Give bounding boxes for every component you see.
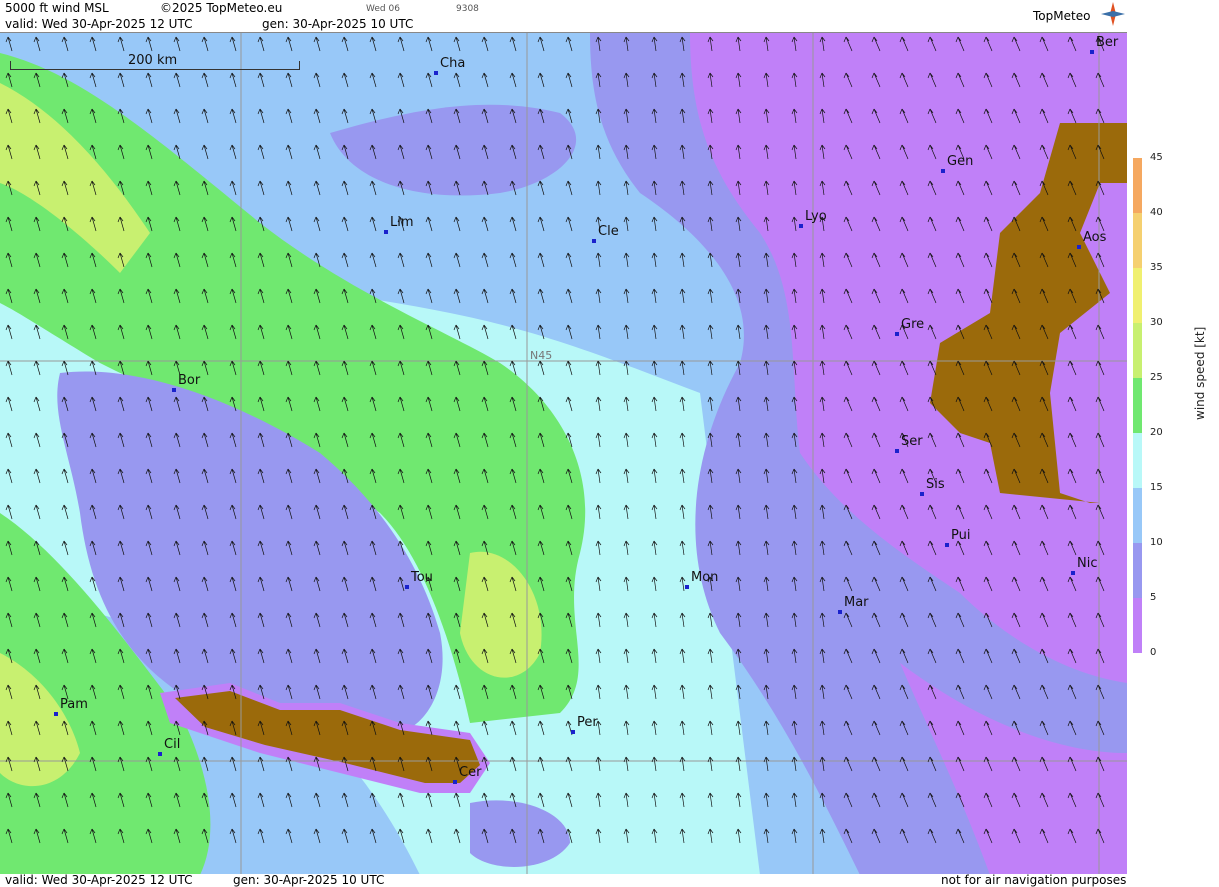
legend-tick-label: 20 <box>1150 427 1163 438</box>
map-header: 5000 ft wind MSL ©2025 TopMeteo.eu Wed 0… <box>0 0 1127 32</box>
legend-swatch <box>1133 543 1142 598</box>
legend-tick-label: 0 <box>1150 647 1157 658</box>
footer-valid-time: valid: Wed 30-Apr-2025 12 UTC <box>5 873 193 887</box>
city-marker[interactable]: Ber <box>1090 35 1118 54</box>
city-dot-icon <box>895 332 899 336</box>
generated-time: gen: 30-Apr-2025 10 UTC <box>262 17 414 31</box>
city-dot-icon <box>1090 50 1094 54</box>
city-dot-icon <box>571 730 575 734</box>
run-label-a: Wed 06 <box>366 4 400 14</box>
city-marker[interactable]: Cer <box>453 765 481 784</box>
legend-tick-label: 15 <box>1150 482 1163 493</box>
city-marker[interactable]: Per <box>571 715 598 734</box>
legend-title: wind speed [kt] <box>1193 326 1207 420</box>
legend-tick-label: 40 <box>1150 207 1163 218</box>
city-marker[interactable]: Mon <box>685 570 718 589</box>
city-marker[interactable]: Lyo <box>799 209 827 228</box>
city-marker[interactable]: Bor <box>172 373 200 392</box>
city-dot-icon <box>384 230 388 234</box>
compass-logo-icon <box>1101 2 1125 26</box>
city-marker[interactable]: Pam <box>54 697 88 716</box>
legend-swatch <box>1133 488 1142 543</box>
run-label-b: 9308 <box>456 4 479 14</box>
valid-time: valid: Wed 30-Apr-2025 12 UTC <box>5 17 193 31</box>
product-title: 5000 ft wind MSL <box>5 1 109 15</box>
legend-swatch <box>1133 323 1142 378</box>
city-marker[interactable]: Lim <box>384 215 414 234</box>
legend-tick-label: 10 <box>1150 537 1163 548</box>
city-dot-icon <box>920 492 924 496</box>
city-marker[interactable]: Cil <box>158 737 180 756</box>
city-marker[interactable]: Mar <box>838 595 869 614</box>
city-dot-icon <box>434 71 438 75</box>
copyright: ©2025 TopMeteo.eu <box>160 1 283 15</box>
city-dot-icon <box>685 585 689 589</box>
wind-map[interactable]: 200 km N45 Cha Ber Gen Lim Cle Lyo Aos G… <box>0 32 1127 876</box>
city-dot-icon <box>941 169 945 173</box>
city-dot-icon <box>1077 245 1081 249</box>
city-dot-icon <box>838 610 842 614</box>
legend-swatch <box>1133 158 1142 213</box>
disclaimer: not for air navigation purposes <box>941 873 1127 887</box>
city-marker[interactable]: Cha <box>434 56 465 75</box>
legend-tick-label: 30 <box>1150 317 1163 328</box>
legend-tick-label: 35 <box>1150 262 1163 273</box>
city-dot-icon <box>453 780 457 784</box>
scale-label: 200 km <box>128 53 178 68</box>
legend-swatch <box>1133 598 1142 653</box>
city-marker[interactable]: Tou <box>405 570 433 589</box>
city-dot-icon <box>945 543 949 547</box>
legend-swatch <box>1133 268 1142 323</box>
city-dot-icon <box>592 239 596 243</box>
legend-swatch <box>1133 213 1142 268</box>
city-marker[interactable]: Sis <box>920 477 945 496</box>
city-marker[interactable]: Gre <box>895 317 924 336</box>
city-dot-icon <box>405 585 409 589</box>
topmeteo-logo: TopMeteo <box>1033 9 1091 23</box>
city-marker[interactable]: Pui <box>945 528 970 547</box>
latitude-label: N45 <box>530 349 553 362</box>
city-marker[interactable]: Cle <box>592 224 619 243</box>
legend-tick-label: 45 <box>1150 152 1163 163</box>
city-marker[interactable]: Aos <box>1077 230 1106 249</box>
map-footer: valid: Wed 30-Apr-2025 12 UTC gen: 30-Ap… <box>0 873 1219 887</box>
city-dot-icon <box>799 224 803 228</box>
city-dot-icon <box>54 712 58 716</box>
city-dot-icon <box>172 388 176 392</box>
legend-swatch <box>1133 378 1142 433</box>
legend-swatch <box>1133 433 1142 488</box>
city-marker[interactable]: Ser <box>895 434 923 453</box>
legend-tick-label: 5 <box>1150 592 1157 603</box>
city-dot-icon <box>158 752 162 756</box>
city-marker[interactable]: Nic <box>1071 556 1097 575</box>
legend-tick-label: 25 <box>1150 372 1163 383</box>
city-dot-icon <box>895 449 899 453</box>
city-marker[interactable]: Gen <box>941 154 973 173</box>
footer-generated-time: gen: 30-Apr-2025 10 UTC <box>233 873 385 887</box>
wind-speed-legend <box>1133 158 1142 653</box>
city-dot-icon <box>1071 571 1075 575</box>
